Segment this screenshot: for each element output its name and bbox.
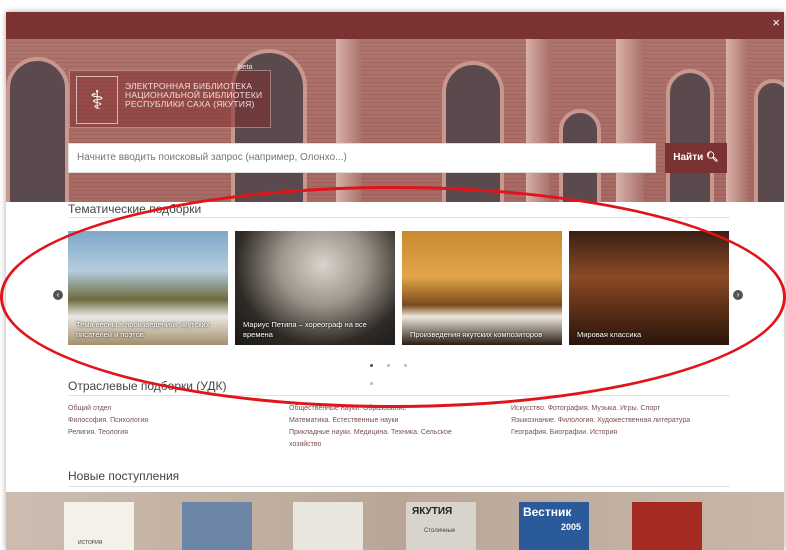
window-decoration — [6, 57, 69, 202]
book-label: Вестник — [523, 505, 572, 519]
carousel-dot[interactable] — [370, 364, 373, 367]
library-logo[interactable]: ⚕ ЭЛЕКТРОННАЯ БИБЛИОТЕКА НАЦИОНАЛЬНОЙ БИ… — [69, 62, 271, 128]
search-button[interactable]: Найти 🔍︎ — [665, 143, 727, 173]
slide-caption: Тема весны в произведениях якутских писа… — [76, 320, 210, 339]
slide-petipa[interactable]: Мариус Петипа – хореограф на все времена — [235, 231, 395, 345]
hero-banner: ⚕ ЭЛЕКТРОННАЯ БИБЛИОТЕКА НАЦИОНАЛЬНОЙ БИ… — [6, 39, 784, 202]
book-cover[interactable]: ЯКУТИЯ Столичные — [406, 502, 476, 550]
carousel-dots — [370, 354, 430, 385]
book-cover[interactable] — [293, 502, 363, 550]
logo-text: ЭЛЕКТРОННАЯ БИБЛИОТЕКА НАЦИОНАЛЬНОЙ БИБЛ… — [125, 82, 262, 109]
carousel-next-icon[interactable]: › — [733, 290, 743, 300]
thematic-title: Тематические подборки — [68, 202, 202, 216]
search-button-label: Найти — [673, 152, 704, 163]
window-decoration — [754, 79, 784, 202]
book-label: ИСТОРИЯ — [78, 540, 103, 546]
browser-page: × ⚕ ЭЛЕКТРОННАЯ БИБЛИОТЕКА НАЦИОНАЛЬНОЙ … — [6, 12, 784, 550]
udk-column-3: Искусство. Фотография. Музыка. Игры. Спо… — [511, 403, 690, 439]
book-label: Столичные — [424, 528, 456, 534]
search-icon: 🔍︎ — [706, 152, 719, 163]
search-box[interactable] — [68, 143, 656, 173]
udk-link[interactable]: Общий отдел — [68, 403, 148, 415]
udk-title: Отраслевые подборки (УДК) — [68, 379, 227, 393]
book-cover[interactable] — [632, 502, 702, 550]
udk-column-2: Общественные науки. Образование Математи… — [289, 403, 452, 451]
divider — [68, 486, 730, 487]
slide-caption: Произведения якутских композиторов — [410, 330, 543, 339]
carousel-dot[interactable] — [370, 382, 373, 385]
column-decoration — [616, 39, 644, 202]
book-label: ЯКУТИЯ — [412, 506, 453, 517]
library-emblem-icon: ⚕ — [76, 76, 118, 124]
logo-line-3: РЕСПУБЛИКИ САХА (ЯКУТИЯ) — [125, 99, 255, 109]
udk-link[interactable]: Прикладные науки. Медицина. Техника. Сел… — [289, 427, 452, 439]
column-decoration — [336, 39, 362, 202]
book-cover[interactable] — [182, 502, 252, 550]
book-label: 2005 — [561, 522, 582, 532]
top-bar: × — [6, 12, 784, 39]
carousel-dot[interactable] — [404, 364, 407, 367]
new-arrivals-title: Новые поступления — [68, 469, 180, 483]
divider — [68, 395, 730, 396]
udk-link[interactable]: Языкознание. Филология. Художественная л… — [511, 415, 690, 427]
window-decoration — [666, 69, 714, 202]
udk-link[interactable]: Искусство. Фотография. Музыка. Игры. Спо… — [511, 403, 690, 415]
udk-link[interactable]: Математика. Естественные науки — [289, 415, 452, 427]
carousel-dot[interactable] — [387, 364, 390, 367]
book-cover[interactable]: Вестник 2005 — [519, 502, 589, 550]
close-icon[interactable]: × — [772, 15, 780, 30]
slide-spring[interactable]: Тема весны в произведениях якутских писа… — [68, 231, 228, 345]
slide-caption: Мировая классика — [577, 330, 642, 339]
udk-link[interactable]: Философия. Психология — [68, 415, 148, 427]
udk-link[interactable]: География. Биографии. История — [511, 427, 690, 439]
divider — [68, 217, 730, 218]
column-decoration — [726, 39, 748, 202]
carousel-prev-icon[interactable]: ‹ — [53, 290, 63, 300]
slide-composers[interactable]: Произведения якутских композиторов — [402, 231, 562, 345]
udk-link[interactable]: Религия. Теология — [68, 427, 148, 439]
window-decoration — [442, 61, 504, 202]
slide-caption: Мариус Петипа – хореограф на все времена — [243, 320, 367, 339]
slide-classics[interactable]: Мировая классика — [569, 231, 729, 345]
udk-column-1: Общий отдел Философия. Психология Религи… — [68, 403, 148, 439]
column-decoration — [526, 39, 550, 202]
udk-link[interactable]: Общественные науки. Образование — [289, 403, 452, 415]
search-input[interactable] — [69, 144, 645, 170]
beta-badge: beta — [238, 62, 253, 71]
book-cover[interactable]: ИСТОРИЯ — [64, 502, 134, 550]
udk-link[interactable]: хозяйство — [289, 439, 452, 451]
